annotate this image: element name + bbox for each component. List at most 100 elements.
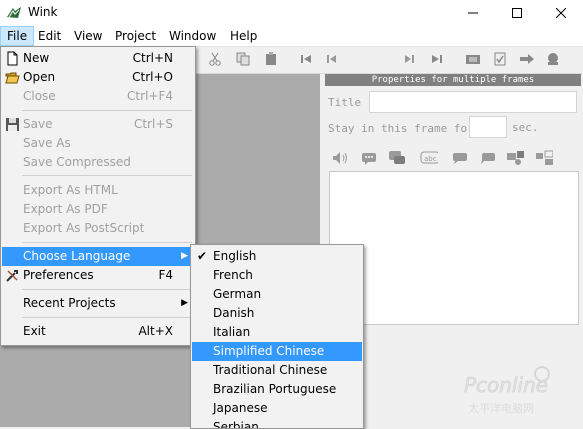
menu-help[interactable]: Help [224,26,263,46]
svg-text:Pconline: Pconline [464,373,548,397]
menu-item-label: Serbian [213,420,259,429]
menu-view[interactable]: View [68,26,108,46]
menu-bar: File Edit View Project Window Help [0,26,583,47]
menu-item-shortcut: Ctrl+N [132,51,173,65]
menu-item-label: French [213,268,253,282]
menu-item-shortcut: Ctrl+S [133,117,173,131]
close-window-button[interactable] [539,0,583,26]
language-item-simplified-chinese[interactable]: Simplified Chinese [192,342,362,361]
menu-separator [22,110,192,111]
menu-project[interactable]: Project [109,26,162,46]
menu-item-label: Save As [23,136,71,150]
title-input[interactable] [369,91,577,113]
menu-item-label: Italian [213,325,251,339]
last-frame-icon[interactable] [428,50,446,68]
menu-item-save-as: Save As [2,134,194,153]
next-frame-icon[interactable] [400,50,418,68]
submenu-arrow-icon: ▶ [181,298,188,308]
menu-item-shortcut: Alt+X [138,324,173,338]
stay-duration-input[interactable] [469,116,507,138]
language-item-danish[interactable]: Danish [192,304,362,323]
tools-icon [5,268,20,283]
render-icon[interactable] [544,50,562,68]
layout-icon[interactable] [535,150,553,166]
first-frame-icon[interactable] [297,50,315,68]
group-icon[interactable] [506,150,524,166]
language-item-german[interactable]: German [192,285,362,304]
callout-icon[interactable] [451,150,469,166]
menu-item-label: Danish [213,306,255,320]
new-document-icon [5,51,20,66]
callout-alt-icon[interactable] [479,150,497,166]
window-title: Wink [28,5,58,19]
frame-icon[interactable] [464,50,482,68]
menu-file[interactable]: File [0,26,35,46]
save-disk-icon [5,117,20,132]
menu-edit[interactable]: Edit [32,26,67,46]
menu-item-exit[interactable]: Exit Alt+X [2,322,194,341]
menu-separator [22,289,192,290]
menu-item-close: Close Ctrl+F4 [2,87,194,106]
menu-item-label: Brazilian Portuguese [213,382,337,396]
paste-icon[interactable] [262,50,280,68]
menu-item-label: Close [23,89,56,103]
menu-item-shortcut: Ctrl+F4 [127,89,173,103]
language-item-serbian[interactable]: Serbian [192,418,362,429]
minimize-button[interactable] [451,0,495,26]
menu-item-shortcut: F4 [158,268,173,282]
menu-item-choose-language[interactable]: Choose Language ▶ [2,247,194,266]
menu-item-label: Exit [23,324,46,338]
audio-icon[interactable] [332,150,350,166]
menu-item-label: Export As PostScript [23,221,145,235]
seconds-unit-label: sec. [512,121,539,134]
menu-item-label: Japanese [213,401,268,415]
menu-item-recent-projects[interactable]: Recent Projects ▶ [2,294,194,313]
menu-item-open[interactable]: Open Ctrl+O [2,68,194,87]
language-item-traditional-chinese[interactable]: Traditional Chinese [192,361,362,380]
speech-bubble-icon[interactable] [388,150,406,166]
menu-item-label: Simplified Chinese [213,344,325,358]
menu-window[interactable]: Window [163,26,222,46]
file-menu-dropdown: New Ctrl+N Open Ctrl+O Close Ctrl+F4 Sav… [0,46,196,346]
menu-item-label: New [23,51,50,65]
menu-item-export-postscript: Export As PostScript [2,219,194,238]
menu-item-label: German [213,287,262,301]
menu-item-export-html: Export As HTML [2,181,194,200]
menu-item-preferences[interactable]: Preferences F4 [2,266,194,285]
title-bar: Wink [0,0,583,26]
menu-item-label: Export As HTML [23,183,118,197]
arrow-right-icon[interactable] [518,50,536,68]
menu-item-label: English [213,249,257,263]
menu-item-new[interactable]: New Ctrl+N [2,49,194,68]
caption-icon[interactable] [360,150,378,166]
language-item-french[interactable]: French [192,266,362,285]
stay-duration-label: Stay in this frame for [328,122,474,135]
cut-icon[interactable] [206,50,224,68]
menu-item-label: Choose Language [23,249,131,263]
menu-separator [22,242,192,243]
language-item-brazilian-portuguese[interactable]: Brazilian Portuguese [192,380,362,399]
menu-item-label: Save [23,117,53,131]
copy-icon[interactable] [234,50,252,68]
menu-separator [22,317,192,318]
menu-item-label: Recent Projects [23,296,116,310]
previous-frame-icon[interactable] [323,50,341,68]
menu-item-label: Traditional Chinese [213,363,328,377]
language-submenu: ✔ English French German Danish Italian S… [190,244,364,429]
menu-separator [22,175,192,176]
language-item-japanese[interactable]: Japanese [192,399,362,418]
language-item-italian[interactable]: Italian [192,323,362,342]
menu-item-label: Open [23,70,56,84]
frame-preview-box[interactable] [329,171,579,325]
checklist-icon[interactable] [491,50,509,68]
menu-item-save: Save Ctrl+S [2,115,194,134]
maximize-button[interactable] [495,0,539,26]
title-label: Title [328,96,362,109]
language-item-english[interactable]: ✔ English [192,247,362,266]
menu-item-save-compressed: Save Compressed [2,153,194,172]
menu-item-shortcut: Ctrl+O [132,70,173,84]
svg-text:太平洋电脑网: 太平洋电脑网 [468,401,534,415]
text-label-icon[interactable]: abc [420,150,438,166]
checkmark-icon: ✔ [197,249,208,263]
properties-header: Properties for multiple frames [325,74,581,86]
